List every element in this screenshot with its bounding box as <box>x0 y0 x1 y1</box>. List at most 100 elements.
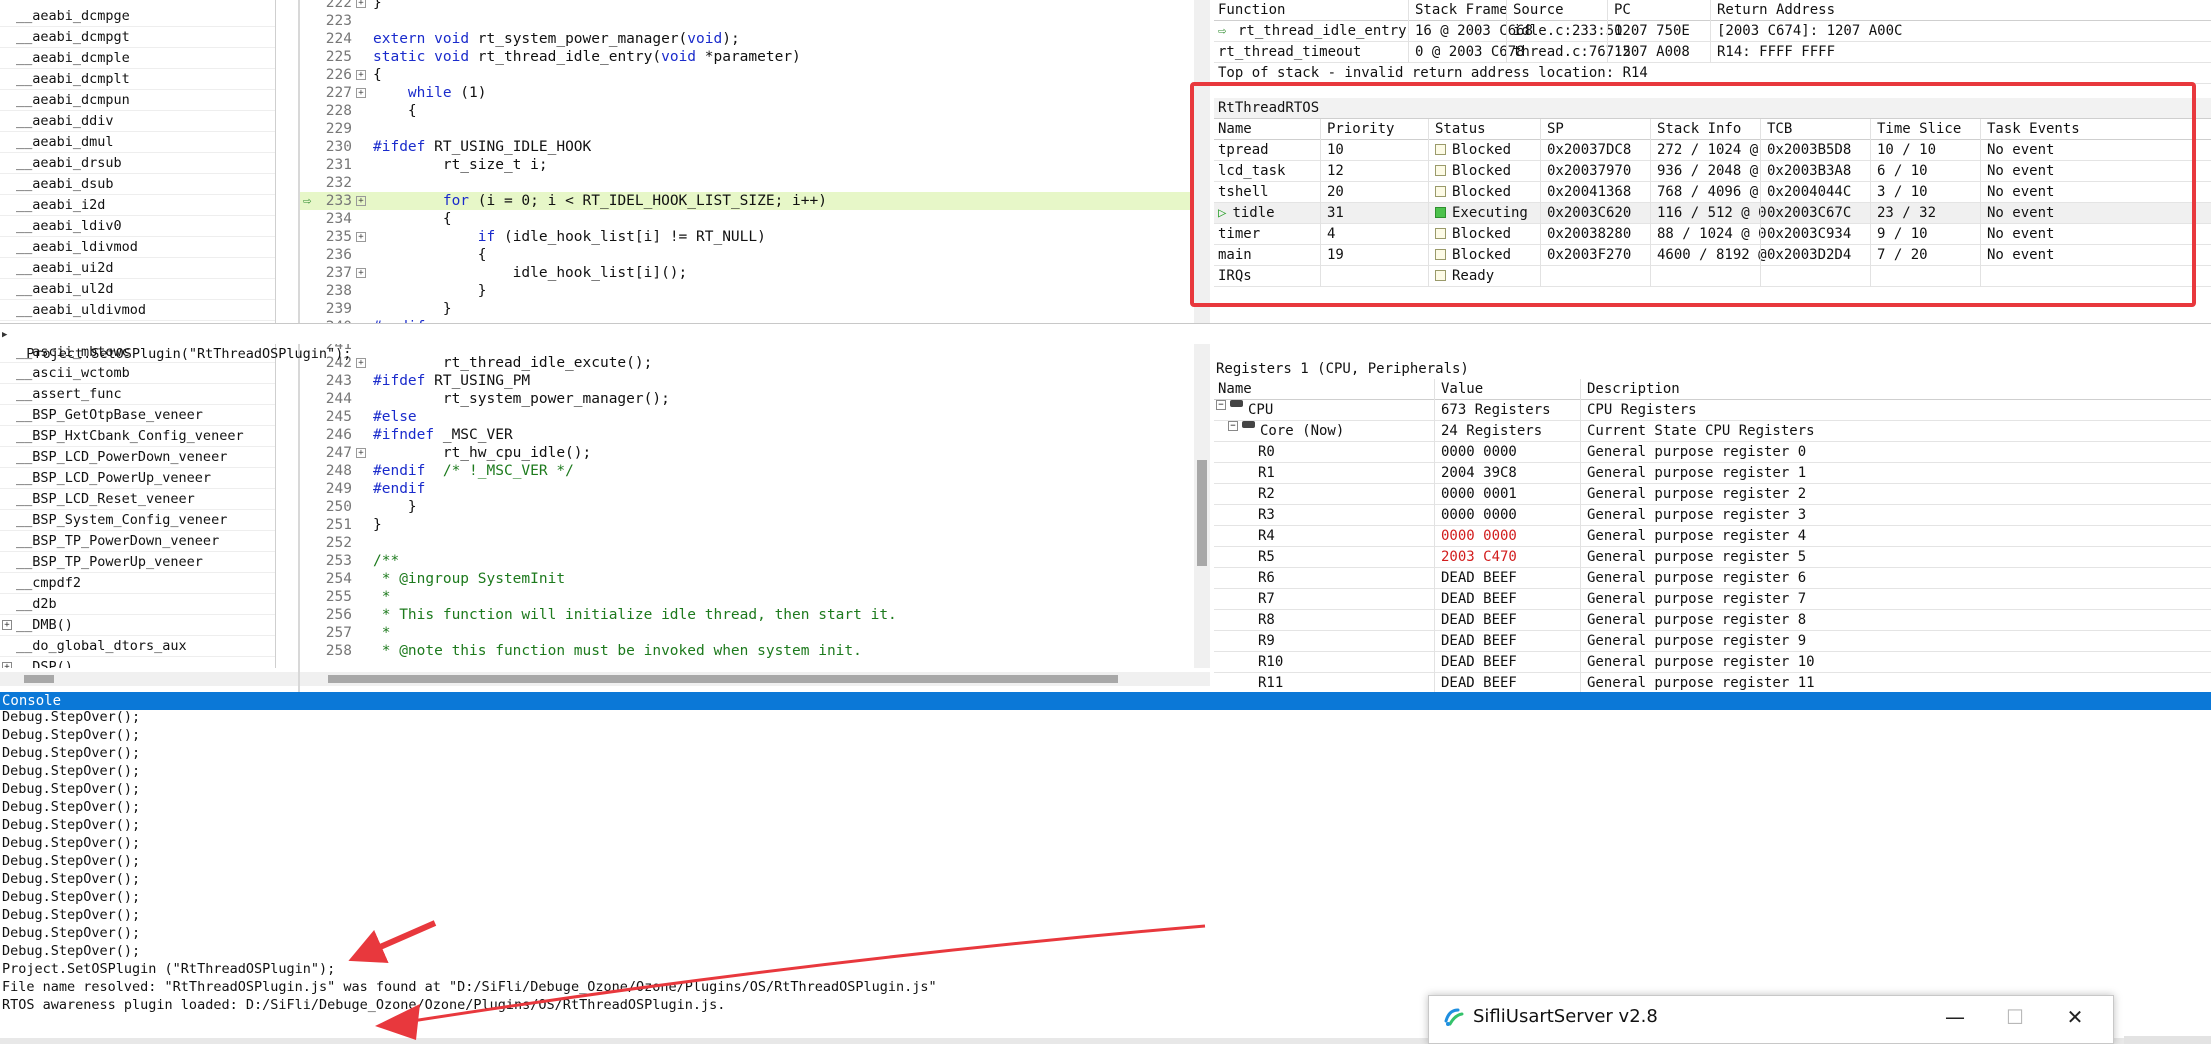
source-line[interactable]: 249 #endif <box>300 480 1190 498</box>
current-source-line[interactable]: 233 ⇨ + for (i = 0; i < RT_IDEL_HOOK_LIST_… <box>300 192 1190 210</box>
source-line[interactable]: 224 extern void rt_system_power_manager(v… <box>300 30 1190 48</box>
collapse-icon[interactable]: − <box>1216 400 1226 410</box>
source-line[interactable]: 232 <box>300 174 1190 192</box>
source-line[interactable]: 246 #ifndef _MSC_VER <box>300 426 1190 444</box>
source-line[interactable]: 256 * This function will initialize idle… <box>300 606 1190 624</box>
close-button[interactable]: ✕ <box>2055 1002 2095 1032</box>
register-group-row[interactable]: − Core (Now) 24 Registers Current State CPU… <box>1214 421 2211 442</box>
source-line[interactable]: 244 rt_system_power_manager(); <box>300 390 1190 408</box>
symbol-list-item[interactable]: + __DMB() <box>0 615 275 636</box>
collapse-icon[interactable]: − <box>1228 421 1238 431</box>
symbol-list-item[interactable]: __do_global_dtors_aux <box>0 636 275 657</box>
source-line[interactable]: 253 /** <box>300 552 1190 570</box>
symbol-list-item[interactable]: __BSP_System_Config_veneer <box>0 510 275 531</box>
source-line[interactable]: 235 + if (idle_hook_list[i] != RT_NULL) <box>300 228 1190 246</box>
symbol-list-item[interactable]: __aeabi_dsub <box>0 174 275 195</box>
register-row[interactable]: R10 DEAD BEEF General purpose register 10 <box>1214 652 2211 673</box>
rtos-task-row[interactable]: lcd_task 12 Blocked 0x20037970 936 / 2048 @0… <box>1214 161 2211 182</box>
symbol-list-item[interactable]: __aeabi_ddiv <box>0 111 275 132</box>
register-row[interactable]: R6 DEAD BEEF General purpose register 6 <box>1214 568 2211 589</box>
symbol-list-item[interactable]: __aeabi_dcmple <box>0 48 275 69</box>
symbol-list-item[interactable]: __aeabi_ui2d <box>0 258 275 279</box>
fold-toggle-icon[interactable]: + <box>356 70 366 80</box>
symbol-list-item[interactable]: __aeabi_drsub <box>0 153 275 174</box>
source-line[interactable]: 250 } <box>300 498 1190 516</box>
symbol-list-item[interactable]: __aeabi_ldivmod <box>0 237 275 258</box>
source-line[interactable]: 230 #ifdef RT_USING_IDLE_HOOK <box>300 138 1190 156</box>
symbol-list-item[interactable]: + __DSP() <box>0 657 275 668</box>
symbol-list-item[interactable]: __BSP_LCD_PowerUp_veneer <box>0 468 275 489</box>
rtos-task-row[interactable]: tpread 10 Blocked 0x20037DC8 272 / 1024 @0x2… <box>1214 140 2211 161</box>
source-line[interactable]: 238 } <box>300 282 1190 300</box>
symbol-list-item[interactable]: __aeabi_dcmplt <box>0 69 275 90</box>
source-line[interactable]: 258 * @note this function must be invoke… <box>300 642 1190 660</box>
symbol-list-item[interactable]: __aeabi_dmul <box>0 132 275 153</box>
register-row[interactable]: R3 0000 0000 General purpose register 3 <box>1214 505 2211 526</box>
register-row[interactable]: R7 DEAD BEEF General purpose register 7 <box>1214 589 2211 610</box>
register-group-row[interactable]: − CPU 673 Registers CPU Registers <box>1214 400 2211 421</box>
rtos-task-row[interactable]: tshell 20 Blocked 0x20041368 768 / 4096 @0x2… <box>1214 182 2211 203</box>
call-stack-row[interactable]: rt_thread_timeout 0 @ 2003 C678 thread.c:… <box>1214 42 2211 63</box>
source-line[interactable]: 239 } <box>300 300 1190 318</box>
call-stack-row[interactable]: rt_thread_idle_entry 16 @ 2003 C668 idle.c… <box>1214 21 2211 42</box>
symbol-list-item[interactable]: __BSP_TP_PowerUp_veneer <box>0 552 275 573</box>
fold-toggle-icon[interactable]: + <box>356 268 366 278</box>
register-row[interactable]: R8 DEAD BEEF General purpose register 8 <box>1214 610 2211 631</box>
source-line[interactable]: 231 rt_size_t i; <box>300 156 1190 174</box>
register-row[interactable]: R5 2003 C470 General purpose register 5 <box>1214 547 2211 568</box>
console-command-input[interactable]: ▶ Project.SetOSPlugin("RtThreadOSPlugin")… <box>0 323 2211 362</box>
source-line[interactable]: 247 + rt_hw_cpu_idle(); <box>300 444 1190 462</box>
source-line[interactable]: 228 { <box>300 102 1190 120</box>
source-line[interactable]: 222 +} <box>300 0 1190 12</box>
source-line[interactable]: 252 <box>300 534 1190 552</box>
symbol-list-item[interactable]: __aeabi_dcmpun <box>0 90 275 111</box>
rtos-task-row[interactable]: ▷ tidle 31 Executing 0x2003C620 116 / 512 @ 0… <box>1214 203 2211 224</box>
symbol-list-item[interactable]: __aeabi_uldivmod <box>0 300 275 321</box>
symbol-list-item[interactable]: __d2b <box>0 594 275 615</box>
source-line[interactable]: 234 { <box>300 210 1190 228</box>
fold-toggle-icon[interactable]: + <box>356 0 366 8</box>
symbol-list-item[interactable]: __assert_func <box>0 384 275 405</box>
source-line[interactable]: 245 #else <box>300 408 1190 426</box>
symbol-list-item[interactable]: __aeabi_i2d <box>0 195 275 216</box>
source-line[interactable]: 229 <box>300 120 1190 138</box>
fold-toggle-icon[interactable]: + <box>356 88 366 98</box>
rtos-task-row[interactable]: IRQs Ready <box>1214 266 2211 287</box>
source-line[interactable]: 254 * @ingroup SystemInit <box>300 570 1190 588</box>
maximize-button[interactable]: ☐ <box>1995 1002 2035 1032</box>
register-row[interactable]: R0 0000 0000 General purpose register 0 <box>1214 442 2211 463</box>
symbol-list-item[interactable]: __BSP_GetOtpBase_veneer <box>0 405 275 426</box>
source-line[interactable]: 251} <box>300 516 1190 534</box>
fold-toggle-icon[interactable]: + <box>356 196 366 206</box>
source-line[interactable]: 225 static void rt_thread_idle_entry(void… <box>300 48 1190 66</box>
register-row[interactable]: R1 2004 39C8 General purpose register 1 <box>1214 463 2211 484</box>
symbol-list-item[interactable]: __ascii_wctomb <box>0 363 275 384</box>
fold-toggle-icon[interactable]: + <box>356 448 366 458</box>
source-line[interactable]: 243 #ifdef RT_USING_PM <box>300 372 1190 390</box>
source-line[interactable]: 223 <box>300 12 1190 30</box>
source-line[interactable]: 242+ rt_thread_idle_excute(); <box>300 354 1190 372</box>
scrollbar-thumb[interactable] <box>24 675 54 683</box>
symbol-list-item[interactable]: __BSP_HxtCbank_Config_veneer <box>0 426 275 447</box>
source-line[interactable]: 255 * <box>300 588 1190 606</box>
editor-horizontal-scrollbar[interactable] <box>300 672 1210 686</box>
fold-toggle-icon[interactable]: + <box>356 358 366 368</box>
symbol-list-horizontal-scrollbar[interactable] <box>0 672 300 686</box>
scrollbar-thumb[interactable] <box>328 675 1118 683</box>
expand-icon[interactable]: + <box>2 620 12 630</box>
register-row[interactable]: R9 DEAD BEEF General purpose register 9 <box>1214 631 2211 652</box>
symbol-list-item[interactable]: __BSP_LCD_Reset_veneer <box>0 489 275 510</box>
symbol-list-item[interactable]: __aeabi_dcmpge <box>0 6 275 27</box>
symbol-list-item[interactable]: __aeabi_ul2d <box>0 279 275 300</box>
source-line[interactable]: 236 { <box>300 246 1190 264</box>
symbol-list-item[interactable]: __aeabi_dcmpgt <box>0 27 275 48</box>
scrollbar-thumb[interactable] <box>1197 460 1207 566</box>
symbol-list-item[interactable]: __cmpdf2 <box>0 573 275 594</box>
expand-icon[interactable]: + <box>2 662 12 668</box>
symbol-list-item[interactable]: __aeabi_ldiv0 <box>0 216 275 237</box>
register-row[interactable]: R11 DEAD BEEF General purpose register 11 <box>1214 673 2211 692</box>
register-row[interactable]: R2 0000 0001 General purpose register 2 <box>1214 484 2211 505</box>
source-line[interactable]: 237 + idle_hook_list[i](); <box>300 264 1190 282</box>
source-line[interactable]: 226 + { <box>300 66 1190 84</box>
symbol-list-item[interactable]: __BSP_LCD_PowerDown_veneer <box>0 447 275 468</box>
